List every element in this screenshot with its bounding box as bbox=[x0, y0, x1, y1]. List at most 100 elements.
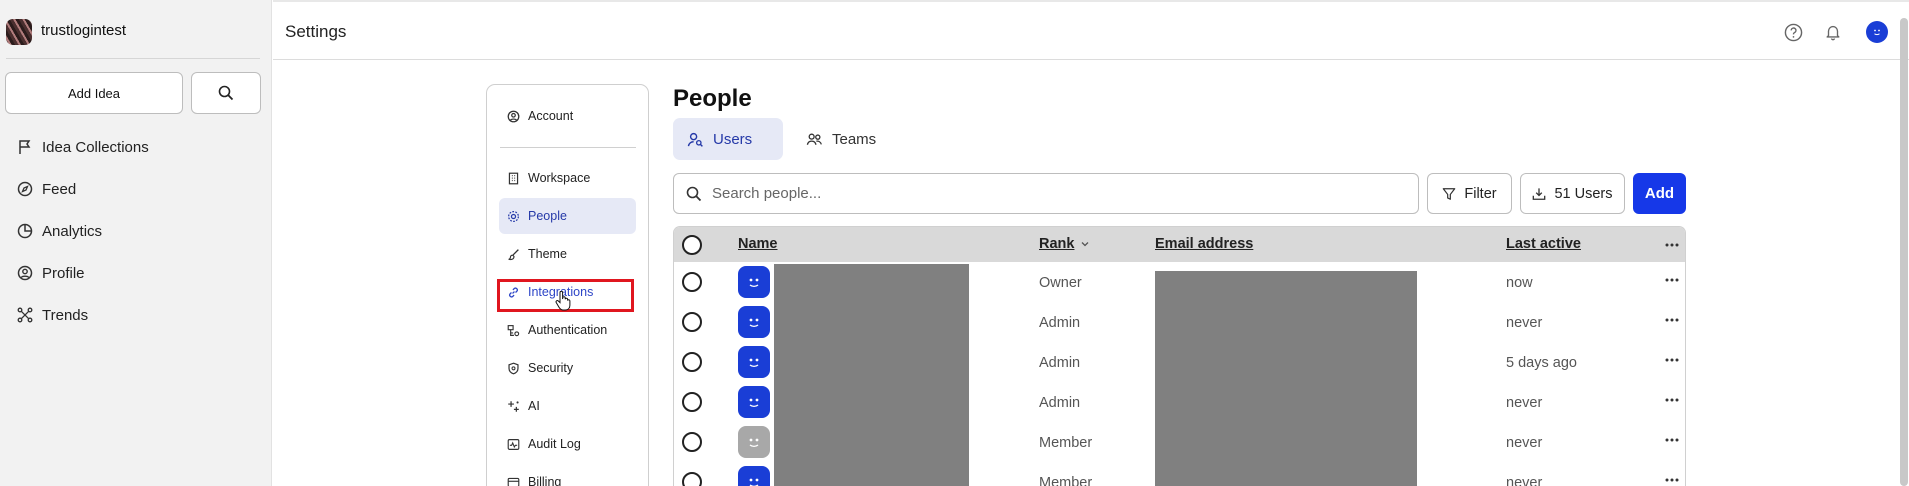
last-active-cell: now bbox=[1506, 275, 1533, 291]
settings-item-audit-log[interactable]: Audit Log bbox=[499, 426, 636, 462]
row-checkbox[interactable] bbox=[682, 312, 702, 332]
last-active-cell: never bbox=[1506, 395, 1543, 411]
people-search-input[interactable] bbox=[712, 185, 1362, 202]
settings-item-theme[interactable]: Theme bbox=[499, 236, 636, 272]
settings-item-label: Account bbox=[528, 109, 574, 123]
more-options-icon[interactable] bbox=[1664, 473, 1680, 486]
user-avatar[interactable] bbox=[1866, 21, 1888, 43]
tab-users[interactable]: Users bbox=[673, 118, 783, 160]
row-checkbox[interactable] bbox=[682, 392, 702, 412]
sidebar-item-trends[interactable]: Trends bbox=[17, 301, 88, 329]
settings-item-label: Audit Log bbox=[528, 437, 581, 451]
sidebar-item-feed[interactable]: Feed bbox=[17, 175, 76, 203]
settings-item-people[interactable]: People bbox=[499, 198, 636, 234]
settings-item-label: Billing bbox=[528, 475, 562, 486]
select-all-checkbox[interactable] bbox=[682, 235, 702, 255]
sidebar-item-idea-collections[interactable]: Idea Collections bbox=[17, 133, 149, 161]
notifications-button[interactable] bbox=[1822, 21, 1844, 43]
column-header-name[interactable]: Name bbox=[738, 236, 778, 252]
settings-item-authentication[interactable]: Authentication bbox=[499, 312, 636, 348]
settings-item-security[interactable]: Security bbox=[499, 350, 636, 386]
smiley-face-icon bbox=[1874, 29, 1880, 36]
settings-item-account[interactable]: Account bbox=[499, 98, 636, 134]
rank-cell: Admin bbox=[1039, 395, 1081, 411]
settings-item-label: Authentication bbox=[528, 323, 608, 337]
page-scrollbar[interactable] bbox=[1900, 18, 1908, 486]
workspace-logo[interactable] bbox=[6, 19, 32, 45]
last-active-cell: never bbox=[1506, 315, 1543, 331]
last-active-cell: never bbox=[1506, 475, 1543, 486]
more-options-icon[interactable] bbox=[1664, 238, 1680, 252]
add-user-button[interactable]: Add bbox=[1633, 173, 1686, 214]
more-options-icon[interactable] bbox=[1664, 313, 1680, 327]
smiley-face-icon bbox=[749, 278, 759, 287]
row-checkbox[interactable] bbox=[682, 352, 702, 372]
user-avatar bbox=[738, 346, 770, 378]
sparkle-icon bbox=[508, 400, 519, 412]
settings-item-billing[interactable]: Billing bbox=[499, 464, 636, 486]
rank-cell: Admin bbox=[1039, 315, 1081, 331]
row-checkbox[interactable] bbox=[682, 272, 702, 292]
people-table: Name Rank Email address Last active Owne… bbox=[673, 226, 1686, 486]
flag-icon bbox=[19, 140, 31, 154]
sidebar-item-label: Trends bbox=[42, 306, 89, 324]
network-icon bbox=[17, 307, 33, 323]
help-button[interactable] bbox=[1782, 21, 1804, 43]
more-options-icon[interactable] bbox=[1664, 273, 1680, 287]
user-avatar bbox=[738, 426, 770, 458]
settings-item-workspace[interactable]: Workspace bbox=[499, 160, 636, 196]
gear-people-icon bbox=[508, 210, 519, 222]
filter-icon bbox=[1443, 187, 1456, 200]
page-title: Settings bbox=[285, 22, 347, 41]
download-icon bbox=[1533, 187, 1546, 200]
people-search-field[interactable] bbox=[673, 173, 1419, 214]
settings-item-label: Security bbox=[528, 361, 574, 375]
more-options-icon[interactable] bbox=[1664, 393, 1680, 407]
add-idea-button[interactable]: Add Idea bbox=[5, 72, 183, 114]
table-header: Name Rank Email address Last active bbox=[674, 227, 1685, 262]
user-avatar bbox=[738, 306, 770, 338]
pie-chart-icon bbox=[17, 223, 33, 239]
search-icon bbox=[218, 85, 234, 101]
last-active-cell: 5 days ago bbox=[1506, 355, 1577, 371]
settings-nav-divider bbox=[500, 147, 636, 148]
sidebar-item-profile[interactable]: Profile bbox=[17, 259, 85, 287]
compass-icon bbox=[17, 181, 33, 197]
settings-item-label: AI bbox=[528, 399, 540, 413]
building-icon bbox=[508, 172, 519, 184]
settings-item-label: Theme bbox=[528, 247, 567, 261]
user-avatar bbox=[738, 466, 770, 486]
settings-item-label: Workspace bbox=[528, 171, 591, 185]
column-header-email[interactable]: Email address bbox=[1155, 236, 1253, 252]
row-checkbox[interactable] bbox=[682, 432, 702, 452]
more-options-icon[interactable] bbox=[1664, 433, 1680, 447]
rank-cell: Owner bbox=[1039, 275, 1082, 291]
user-circle-icon bbox=[507, 110, 520, 122]
more-options-icon[interactable] bbox=[1664, 353, 1680, 367]
bell-icon bbox=[1826, 25, 1840, 41]
export-users-label: 51 Users bbox=[1554, 185, 1613, 202]
brush-icon bbox=[508, 248, 519, 260]
chevron-down-icon bbox=[1082, 242, 1089, 247]
row-checkbox[interactable] bbox=[682, 472, 702, 486]
help-icon bbox=[1784, 23, 1802, 41]
hand-cursor-icon bbox=[555, 291, 571, 311]
people-heading: People bbox=[673, 85, 752, 112]
filter-button[interactable]: Filter bbox=[1427, 173, 1512, 214]
user-circle-icon bbox=[17, 265, 33, 281]
key-icon bbox=[507, 324, 520, 336]
tab-teams[interactable]: Teams bbox=[792, 118, 892, 160]
column-header-last-active[interactable]: Last active bbox=[1506, 236, 1581, 252]
tab-label: Users bbox=[713, 130, 753, 148]
settings-item-ai[interactable]: AI bbox=[499, 388, 636, 424]
smiley-face-icon bbox=[749, 318, 759, 327]
export-users-button[interactable]: 51 Users bbox=[1520, 173, 1625, 214]
column-header-rank[interactable]: Rank bbox=[1039, 236, 1090, 252]
smiley-face-icon bbox=[749, 478, 759, 486]
sidebar-search-button[interactable] bbox=[191, 72, 261, 114]
user-search-icon bbox=[687, 132, 703, 147]
workspace-name[interactable]: trustlogintest bbox=[41, 22, 126, 39]
tab-label: Teams bbox=[832, 130, 877, 148]
sidebar-item-analytics[interactable]: Analytics bbox=[17, 217, 102, 245]
sidebar-divider bbox=[6, 58, 260, 59]
